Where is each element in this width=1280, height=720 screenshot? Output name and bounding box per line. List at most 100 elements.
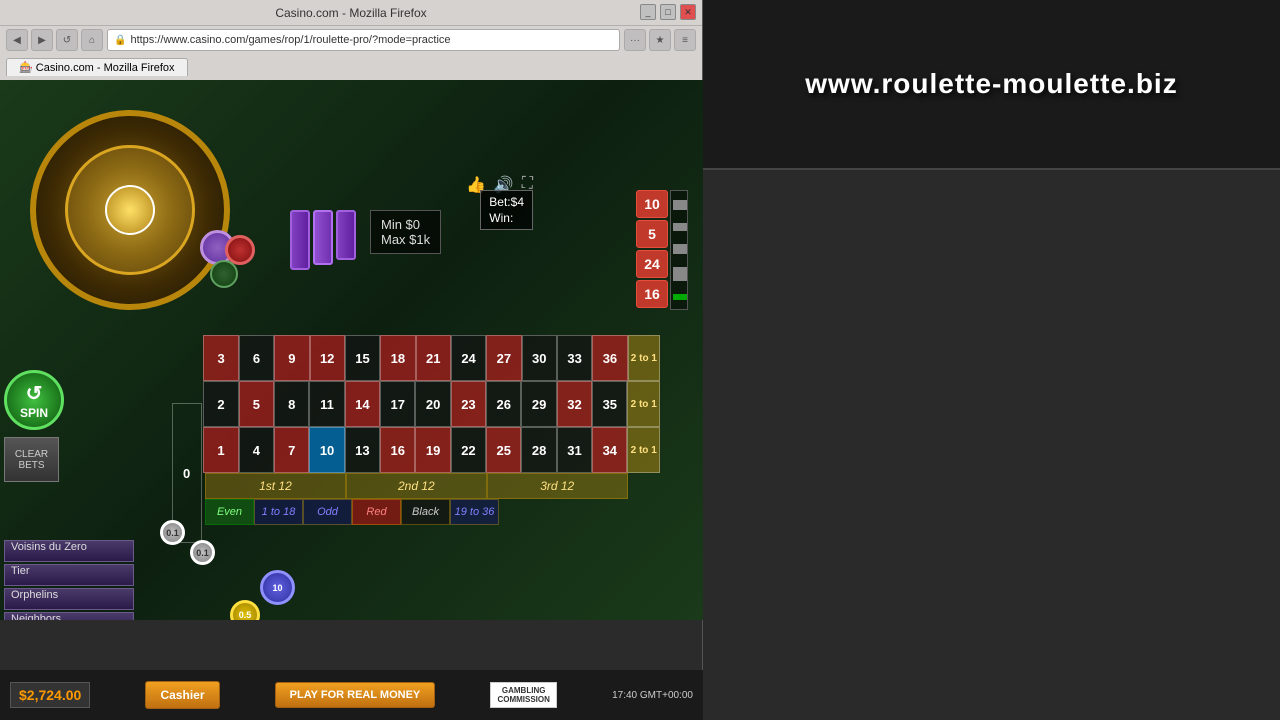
bottom-panel: $2,724.00 Cashier PLAY FOR REAL MONEY GA…: [0, 670, 703, 720]
cell-11[interactable]: 11: [309, 381, 344, 427]
cell-5[interactable]: 5: [239, 381, 274, 427]
cell-27[interactable]: 27: [486, 335, 521, 381]
cell-28[interactable]: 28: [521, 427, 556, 473]
cell-13[interactable]: 13: [345, 427, 380, 473]
back-button[interactable]: ◀: [6, 29, 28, 51]
cell-23[interactable]: 23: [451, 381, 486, 427]
first-dozen-label[interactable]: 1st 12: [205, 473, 346, 499]
table-row-mid: 2 5 8 11 14 17 20 23 26 29 32 35 2 to 1: [170, 381, 660, 427]
table-row-bot: 0 1 4 7 10 13 16 19 22 25 28 31 34 2 to …: [170, 427, 660, 473]
chip-stack-2[interactable]: [313, 210, 333, 265]
home-button[interactable]: ⌂: [81, 29, 103, 51]
cashier-button[interactable]: Cashier: [145, 681, 219, 709]
cell-2[interactable]: 2: [203, 381, 238, 427]
cell-12[interactable]: 12: [310, 335, 345, 381]
second-dozen-label[interactable]: 2nd 12: [346, 473, 487, 499]
clear-button[interactable]: CLEAR BETS: [4, 437, 59, 482]
spin-button[interactable]: ↺ SPIN: [4, 370, 64, 430]
cell-3[interactable]: 3: [203, 335, 238, 381]
bar-segment-active: [673, 294, 687, 300]
cell-21[interactable]: 21: [416, 335, 451, 381]
chip-blue-lg[interactable]: 10: [260, 570, 295, 605]
voisins-button[interactable]: Voisins du Zero: [4, 540, 134, 562]
bookmark-button[interactable]: ★: [649, 29, 671, 51]
bets-label: BETS: [18, 460, 44, 471]
banner-text: www.roulette-moulette.biz: [805, 68, 1177, 100]
more-button[interactable]: ···: [624, 29, 646, 51]
clear-label: CLEAR: [15, 449, 48, 460]
neighbors-button[interactable]: Neighbors: [4, 612, 134, 620]
chip-stacks: [290, 210, 356, 270]
bet-types: Voisins du Zero Tier Orphelins Neighbors…: [4, 540, 134, 620]
game-area: 👍 🔊 ⛶ Min $0 Max $1k 10 5 24 16: [0, 80, 703, 620]
cell-9[interactable]: 9: [274, 335, 309, 381]
address-bar: ◀ ▶ ↺ ⌂ 🔒 https://www.casino.com/games/r…: [0, 26, 702, 54]
tier-button[interactable]: Tier: [4, 564, 134, 586]
history-card-1: 10: [636, 190, 668, 218]
chip-green[interactable]: [210, 260, 238, 288]
odd-label[interactable]: Odd: [303, 499, 352, 525]
maximize-button[interactable]: □: [660, 4, 676, 20]
url-text: https://www.casino.com/games/rop/1/roule…: [130, 34, 450, 46]
19-to-36-label[interactable]: 19 to 36: [450, 499, 499, 525]
play-real-button[interactable]: PLAY FOR REAL MONEY: [275, 682, 436, 708]
orphelins-button[interactable]: Orphelins: [4, 588, 134, 610]
cell-16[interactable]: 16: [380, 427, 415, 473]
third-dozen-label[interactable]: 3rd 12: [487, 473, 628, 499]
chip-01[interactable]: 0.1: [160, 520, 185, 545]
cell-25[interactable]: 25: [486, 427, 521, 473]
cell-6[interactable]: 6: [239, 335, 274, 381]
cell-1[interactable]: 1: [203, 427, 238, 473]
win-row: Win:: [489, 211, 524, 225]
active-tab[interactable]: 🎰 Casino.com - Mozilla Firefox: [6, 58, 188, 76]
cell-35[interactable]: 35: [592, 381, 627, 427]
red-label[interactable]: Red: [352, 499, 401, 525]
cell-24[interactable]: 24: [451, 335, 486, 381]
cell-14[interactable]: 14: [345, 381, 380, 427]
url-box[interactable]: 🔒 https://www.casino.com/games/rop/1/rou…: [107, 29, 620, 51]
cell-22[interactable]: 22: [451, 427, 486, 473]
history-col-1: 10 5 24 16: [636, 190, 668, 308]
col-2-3-label[interactable]: 2 to 1: [627, 427, 659, 473]
cell-26[interactable]: 26: [486, 381, 521, 427]
col-2-1-label[interactable]: 2 to 1: [628, 335, 660, 381]
cell-17[interactable]: 17: [380, 381, 415, 427]
refresh-button[interactable]: ↺: [56, 29, 78, 51]
cell-32[interactable]: 32: [557, 381, 592, 427]
cell-15[interactable]: 15: [345, 335, 380, 381]
bet-value: $4: [511, 195, 524, 209]
cell-10[interactable]: 10: [309, 427, 344, 473]
history-card-4: 16: [636, 280, 668, 308]
close-button[interactable]: ✕: [680, 4, 696, 20]
col-2-2-label[interactable]: 2 to 1: [627, 381, 659, 427]
gambling-commission: GAMBLINGCOMMISSION: [490, 682, 556, 708]
cell-20[interactable]: 20: [415, 381, 450, 427]
wheel-inner: [65, 145, 195, 275]
bet-label: Bet:: [489, 195, 510, 209]
chip-stack-1[interactable]: [290, 210, 310, 270]
cell-36[interactable]: 36: [592, 335, 627, 381]
max-bet: Max $1k: [381, 232, 430, 247]
cell-7[interactable]: 7: [274, 427, 309, 473]
cell-8[interactable]: 8: [274, 381, 309, 427]
cell-33[interactable]: 33: [557, 335, 592, 381]
cell-30[interactable]: 30: [522, 335, 557, 381]
even-label[interactable]: Even: [205, 499, 254, 525]
cell-31[interactable]: 31: [557, 427, 592, 473]
forward-button[interactable]: ▶: [31, 29, 53, 51]
menu-button[interactable]: ≡: [674, 29, 696, 51]
chip-01b[interactable]: 0.1: [190, 540, 215, 565]
table-row-top: 3 6 9 12 15 18 21 24 27 30 33 36 2 to 1: [170, 335, 660, 381]
cell-19[interactable]: 19: [415, 427, 450, 473]
cell-4[interactable]: 4: [239, 427, 274, 473]
history-card-2: 5: [636, 220, 668, 248]
minimize-button[interactable]: _: [640, 4, 656, 20]
cell-18[interactable]: 18: [380, 335, 415, 381]
one-to-18-label[interactable]: 1 to 18: [254, 499, 303, 525]
cell-34[interactable]: 34: [592, 427, 627, 473]
chip-stack-3[interactable]: [336, 210, 356, 260]
black-label[interactable]: Black: [401, 499, 450, 525]
title-bar: Casino.com - Mozilla Firefox _ □ ✕: [0, 0, 702, 26]
roulette-wheel: [30, 110, 230, 310]
cell-29[interactable]: 29: [521, 381, 556, 427]
